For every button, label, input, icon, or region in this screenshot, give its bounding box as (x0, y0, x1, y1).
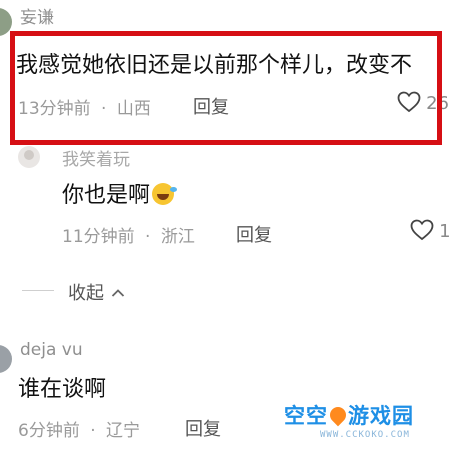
comment-text: 你也是啊 (62, 177, 178, 209)
collapse-divider (22, 290, 54, 291)
laughing-tears-emoji-icon (152, 183, 178, 205)
watermark-logo-icon (326, 403, 350, 427)
watermark-brand-part2: 游戏园 (348, 404, 414, 428)
watermark-url: WWW.CCKOKO.COM (320, 430, 410, 440)
like-count: 1 (439, 221, 451, 242)
heart-outline-icon (410, 219, 434, 241)
comment-text: 谁在谈啊 (18, 377, 107, 402)
comment-meta: 6分钟前 · 辽宁 (18, 416, 140, 441)
comment-username[interactable]: 妄谦 (20, 3, 54, 28)
meta-separator: · (90, 421, 96, 441)
avatar[interactable] (18, 146, 40, 168)
meta-separator: · (145, 227, 151, 247)
collapse-button[interactable]: 收起 (68, 279, 125, 305)
like-button[interactable]: 1 (410, 219, 457, 245)
chevron-up-icon (111, 289, 125, 297)
comment-time: 11分钟前 (62, 227, 135, 247)
avatar[interactable] (0, 345, 12, 373)
highlight-box (10, 31, 442, 145)
comment-meta: 11分钟前 · 浙江 (62, 222, 195, 247)
collapse-label: 收起 (68, 283, 104, 304)
comment-time: 6分钟前 (18, 421, 80, 441)
reply-button[interactable]: 回复 (236, 221, 272, 247)
comment-location: 辽宁 (106, 421, 141, 441)
watermark-logo: 空空 游戏园 (284, 400, 414, 430)
comment-location: 浙江 (160, 227, 195, 247)
comment-username[interactable]: deja vu (20, 340, 83, 360)
comment-username[interactable]: 我笑着玩 (62, 149, 130, 170)
comment-text-content: 你也是啊 (62, 183, 151, 208)
reply-button[interactable]: 回复 (185, 415, 221, 441)
watermark-brand-part1: 空空 (284, 404, 328, 428)
